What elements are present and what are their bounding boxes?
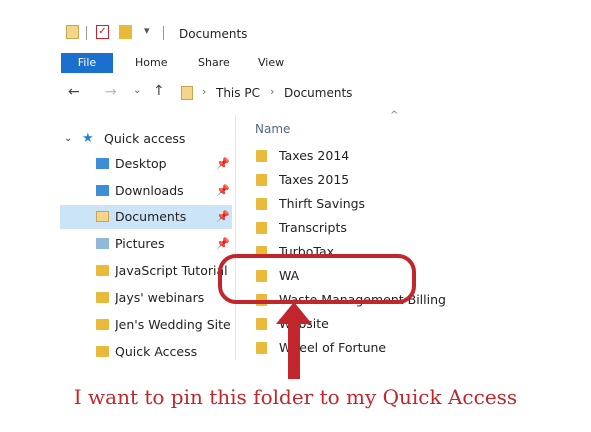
documents-location-icon (181, 86, 193, 100)
pin-icon[interactable]: 📌 (216, 152, 230, 176)
nav-item-jens-wedding-site[interactable]: Jen's Wedding Site (60, 313, 232, 337)
new-folder-icon[interactable] (119, 25, 132, 39)
nav-item-label: Jays' webinars (115, 290, 205, 305)
folder-icon (256, 150, 267, 162)
nav-item-label: Downloads (115, 183, 184, 198)
file-name: Transcripts (279, 220, 347, 235)
properties-icon[interactable] (66, 25, 79, 39)
nav-item-label: Pictures (115, 236, 165, 251)
title-bar: ✓ ▾ (66, 24, 486, 44)
pin-icon[interactable]: 📌 (216, 179, 230, 203)
separator (86, 26, 87, 40)
ribbon-tabs: File Home Share View (61, 53, 471, 73)
separator (163, 26, 164, 40)
folder-icon (256, 318, 267, 330)
customize-toolbar-icon[interactable]: ▾ (144, 24, 150, 37)
folder-icon (256, 174, 267, 186)
highlight-outline (218, 254, 416, 304)
column-header-name[interactable]: Name (255, 122, 290, 136)
folder-icon (256, 342, 267, 354)
nav-item-label: Quick Access (115, 344, 198, 359)
star-icon: ★ (82, 131, 94, 146)
pane-divider[interactable] (235, 115, 236, 360)
pin-icon[interactable]: 📌 (216, 205, 230, 229)
nav-item-pictures[interactable]: Pictures 📌 (60, 232, 232, 256)
folder-icon (256, 198, 267, 210)
window-title: Documents (179, 27, 248, 41)
documents-icon (96, 211, 109, 222)
downloads-icon (96, 185, 109, 196)
nav-item-javascript-tutorial[interactable]: JavaScript Tutorial (60, 259, 232, 283)
breadcrumb-chevron-icon[interactable]: › (270, 85, 274, 98)
nav-item-documents[interactable]: Documents 📌 (60, 205, 232, 229)
nav-item-label: Jen's Wedding Site (115, 317, 230, 332)
pictures-icon (96, 238, 109, 249)
folder-icon (96, 265, 109, 276)
sort-ascending-icon: ^ (390, 110, 399, 121)
annotation-caption: I want to pin this folder to my Quick Ac… (73, 385, 518, 409)
pin-icon[interactable]: 📌 (216, 232, 230, 256)
recent-locations-icon[interactable]: ⌄ (133, 85, 141, 96)
tab-home[interactable]: Home (135, 53, 167, 73)
folder-icon (96, 346, 109, 357)
file-name: Taxes 2015 (279, 172, 350, 187)
file-name: Taxes 2014 (279, 148, 350, 163)
back-arrow-icon[interactable]: ← (68, 84, 80, 100)
file-name: Thirft Savings (279, 196, 366, 211)
breadcrumb-documents[interactable]: Documents (284, 86, 352, 100)
folder-icon (256, 222, 267, 234)
folder-icon (96, 292, 109, 303)
nav-item-desktop[interactable]: Desktop 📌 (60, 152, 232, 176)
chevron-down-icon[interactable]: ⌄ (64, 128, 72, 150)
tab-file[interactable]: File (61, 53, 113, 73)
arrow-shaft (288, 321, 300, 379)
checkmark-icon[interactable]: ✓ (96, 25, 109, 39)
nav-item-quick-access[interactable]: Quick Access (60, 340, 232, 364)
nav-item-jays-webinars[interactable]: Jays' webinars (60, 286, 232, 310)
nav-item-label: Desktop (115, 156, 167, 171)
breadcrumb-this-pc[interactable]: This PC (216, 86, 260, 100)
up-arrow-icon[interactable]: ↑ (153, 83, 165, 99)
quick-access-label: Quick access (104, 131, 186, 146)
quick-access-header[interactable]: ⌄ ★ Quick access (62, 128, 232, 150)
tab-view[interactable]: View (258, 53, 284, 73)
folder-icon (96, 319, 109, 330)
tab-share[interactable]: Share (198, 53, 230, 73)
nav-item-downloads[interactable]: Downloads 📌 (60, 179, 232, 203)
forward-arrow-icon[interactable]: → (105, 84, 117, 100)
address-bar: ← → ⌄ ↑ › This PC › Documents (61, 83, 471, 104)
nav-item-label: JavaScript Tutorial (115, 263, 228, 278)
breadcrumb-chevron-icon[interactable]: › (202, 85, 206, 98)
nav-item-label: Documents (115, 209, 187, 224)
desktop-icon (96, 158, 109, 169)
